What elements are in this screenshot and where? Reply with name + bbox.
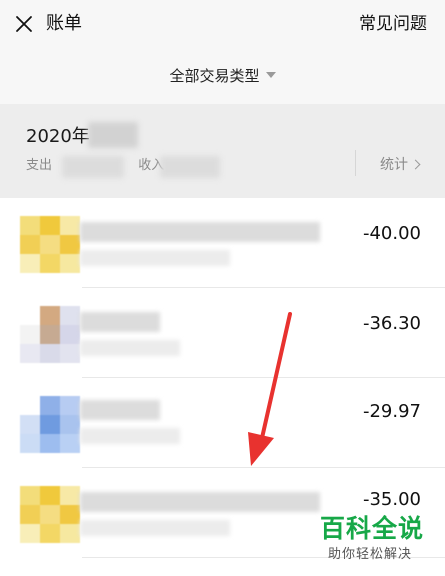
annotation-arrow <box>248 312 292 466</box>
watermark-subtitle: 助你轻松解决 <box>328 547 413 562</box>
watermark-logo: 百科全说 <box>320 514 425 543</box>
